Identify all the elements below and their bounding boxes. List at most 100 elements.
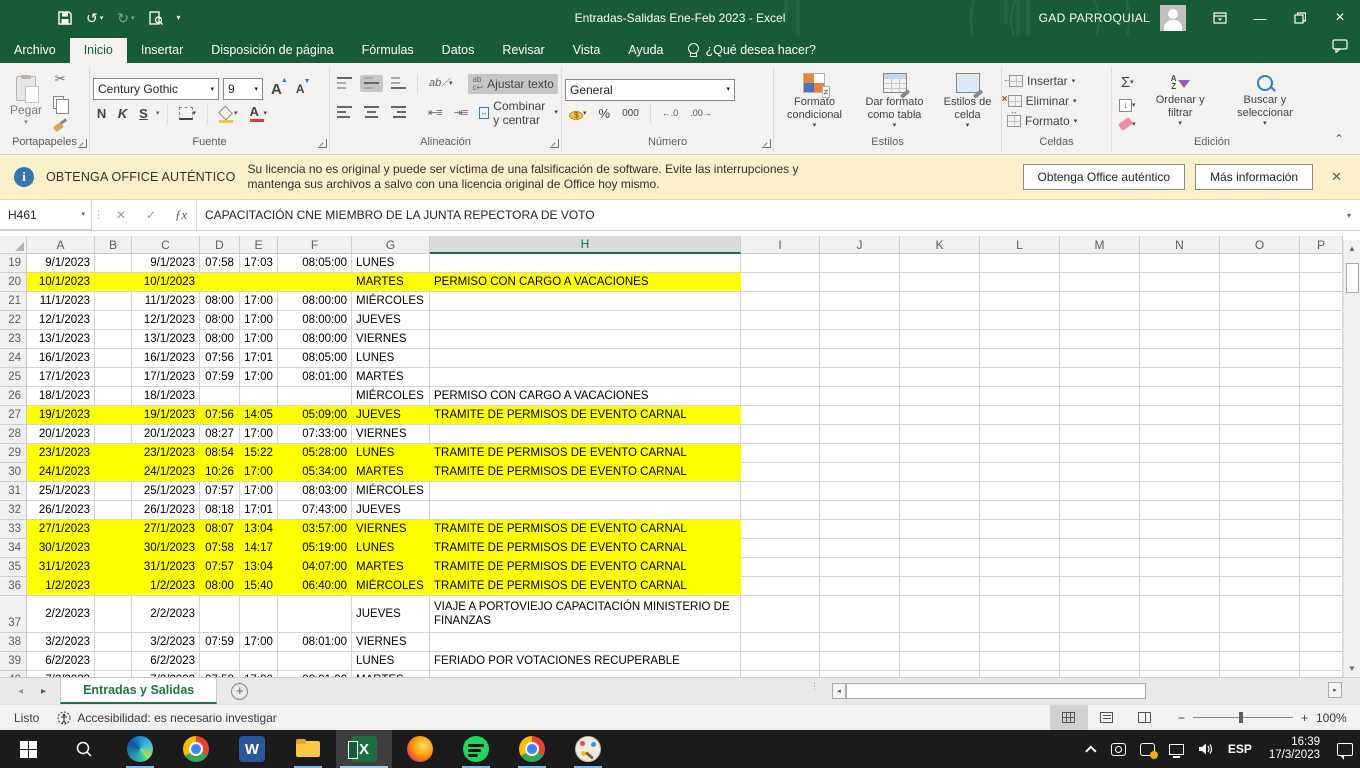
row-header-28[interactable]: 28: [0, 425, 27, 444]
cell-C33[interactable]: 27/1/2023: [132, 520, 200, 539]
cell-A38[interactable]: 3/2/2023: [27, 633, 95, 652]
cell-H28[interactable]: [430, 425, 741, 444]
cell-E30[interactable]: 17:00: [240, 463, 278, 482]
cell-F22[interactable]: 08:00:00: [278, 311, 352, 330]
cell-C26[interactable]: 18/1/2023: [132, 387, 200, 406]
cell-A36[interactable]: 1/2/2023: [27, 577, 95, 596]
cell-C20[interactable]: 10/1/2023: [132, 273, 200, 292]
cell-G23[interactable]: VIERNES: [352, 330, 430, 349]
cell-I26[interactable]: [741, 387, 820, 406]
align-left-button[interactable]: [333, 104, 356, 121]
taskbar-spotify[interactable]: [448, 730, 504, 768]
cell-J23[interactable]: [820, 330, 900, 349]
cell-C30[interactable]: 24/1/2023: [132, 463, 200, 482]
cell-K29[interactable]: [900, 444, 980, 463]
cell-J32[interactable]: [820, 501, 900, 520]
format-cells-button[interactable]: Formato▾: [1005, 113, 1079, 129]
align-top-button[interactable]: [333, 75, 356, 92]
cell-I20[interactable]: [741, 273, 820, 292]
cell-C25[interactable]: 17/1/2023: [132, 368, 200, 387]
cell-E35[interactable]: 13:04: [240, 558, 278, 577]
cell-O35[interactable]: [1220, 558, 1300, 577]
notice-close-button[interactable]: ✕: [1323, 169, 1350, 185]
cell-P23[interactable]: [1300, 330, 1343, 349]
accessibility-status[interactable]: Accesibilidad: es necesario investigar: [57, 711, 276, 725]
cell-A34[interactable]: 30/1/2023: [27, 539, 95, 558]
cell-E32[interactable]: 17:01: [240, 501, 278, 520]
cell-N35[interactable]: [1140, 558, 1220, 577]
cell-K22[interactable]: [900, 311, 980, 330]
cell-L34[interactable]: [980, 539, 1060, 558]
cell-F27[interactable]: 05:09:00: [278, 406, 352, 425]
cell-C34[interactable]: 30/1/2023: [132, 539, 200, 558]
save-button[interactable]: [58, 11, 72, 25]
column-header-I[interactable]: I: [741, 236, 820, 254]
cell-L35[interactable]: [980, 558, 1060, 577]
row-header-29[interactable]: 29: [0, 444, 27, 463]
cell-N28[interactable]: [1140, 425, 1220, 444]
cell-N22[interactable]: [1140, 311, 1220, 330]
cell-A39[interactable]: 6/2/2023: [27, 652, 95, 671]
cell-D27[interactable]: 07:56: [200, 406, 240, 425]
cell-F28[interactable]: 07:33:00: [278, 425, 352, 444]
cell-G32[interactable]: JUEVES: [352, 501, 430, 520]
bold-button[interactable]: N: [93, 104, 110, 123]
cell-H21[interactable]: [430, 292, 741, 311]
cell-P22[interactable]: [1300, 311, 1343, 330]
action-center-button[interactable]: [1330, 730, 1360, 768]
accounting-format-button[interactable]: ▾: [565, 107, 591, 120]
cell-B34[interactable]: [95, 539, 132, 558]
cell-N30[interactable]: [1140, 463, 1220, 482]
cell-D39[interactable]: [200, 652, 240, 671]
cell-L20[interactable]: [980, 273, 1060, 292]
cell-A21[interactable]: 11/1/2023: [27, 292, 95, 311]
paste-button[interactable]: Pegar ▾: [3, 72, 49, 130]
cell-C24[interactable]: 16/1/2023: [132, 349, 200, 368]
cell-F33[interactable]: 03:57:00: [278, 520, 352, 539]
decrease-font-button[interactable]: A▼: [292, 80, 311, 98]
cell-F20[interactable]: [278, 273, 352, 292]
cell-J39[interactable]: [820, 652, 900, 671]
cell-I22[interactable]: [741, 311, 820, 330]
cell-L39[interactable]: [980, 652, 1060, 671]
cell-M30[interactable]: [1060, 463, 1140, 482]
normal-view-button[interactable]: [1050, 705, 1088, 731]
cell-I34[interactable]: [741, 539, 820, 558]
column-header-P[interactable]: P: [1300, 236, 1343, 254]
cell-H35[interactable]: TRAMITE DE PERMISOS DE EVENTO CARNAL: [430, 558, 741, 577]
column-header-E[interactable]: E: [240, 236, 278, 254]
cell-F34[interactable]: 05:19:00: [278, 539, 352, 558]
redo-button[interactable]: ↻▾: [117, 10, 134, 27]
row-header-23[interactable]: 23: [0, 330, 27, 349]
horizontal-scrollbar[interactable]: ◂: [832, 682, 1344, 700]
cell-I28[interactable]: [741, 425, 820, 444]
tab-archivo[interactable]: Archivo: [0, 38, 70, 63]
zoom-slider-thumb[interactable]: [1239, 712, 1243, 723]
row-header-34[interactable]: 34: [0, 539, 27, 558]
cell-A37[interactable]: 2/2/2023: [27, 596, 95, 633]
cell-L25[interactable]: [980, 368, 1060, 387]
column-header-F[interactable]: F: [278, 236, 352, 254]
cell-J31[interactable]: [820, 482, 900, 501]
select-all-corner[interactable]: [0, 236, 27, 254]
fill-button[interactable]: ↓▾: [1115, 97, 1140, 114]
cell-E37[interactable]: [240, 596, 278, 633]
row-header-31[interactable]: 31: [0, 482, 27, 501]
cell-L28[interactable]: [980, 425, 1060, 444]
cell-L30[interactable]: [980, 463, 1060, 482]
cell-I23[interactable]: [741, 330, 820, 349]
cell-H26[interactable]: PERMISO CON CARGO A VACACIONES: [430, 387, 741, 406]
cell-P39[interactable]: [1300, 652, 1343, 671]
cell-A28[interactable]: 20/1/2023: [27, 425, 95, 444]
cell-B25[interactable]: [95, 368, 132, 387]
ribbon-display-options-button[interactable]: [1200, 0, 1240, 36]
scroll-right-icon[interactable]: ▸: [1328, 682, 1342, 698]
collapse-ribbon-button[interactable]: ⌃: [1318, 132, 1360, 152]
cell-L26[interactable]: [980, 387, 1060, 406]
page-layout-view-button[interactable]: [1088, 705, 1126, 731]
cell-F19[interactable]: 08:05:00: [278, 254, 352, 273]
cell-H36[interactable]: TRAMITE DE PERMISOS DE EVENTO CARNAL: [430, 577, 741, 596]
cell-O33[interactable]: [1220, 520, 1300, 539]
cell-D24[interactable]: 07:56: [200, 349, 240, 368]
cell-B31[interactable]: [95, 482, 132, 501]
